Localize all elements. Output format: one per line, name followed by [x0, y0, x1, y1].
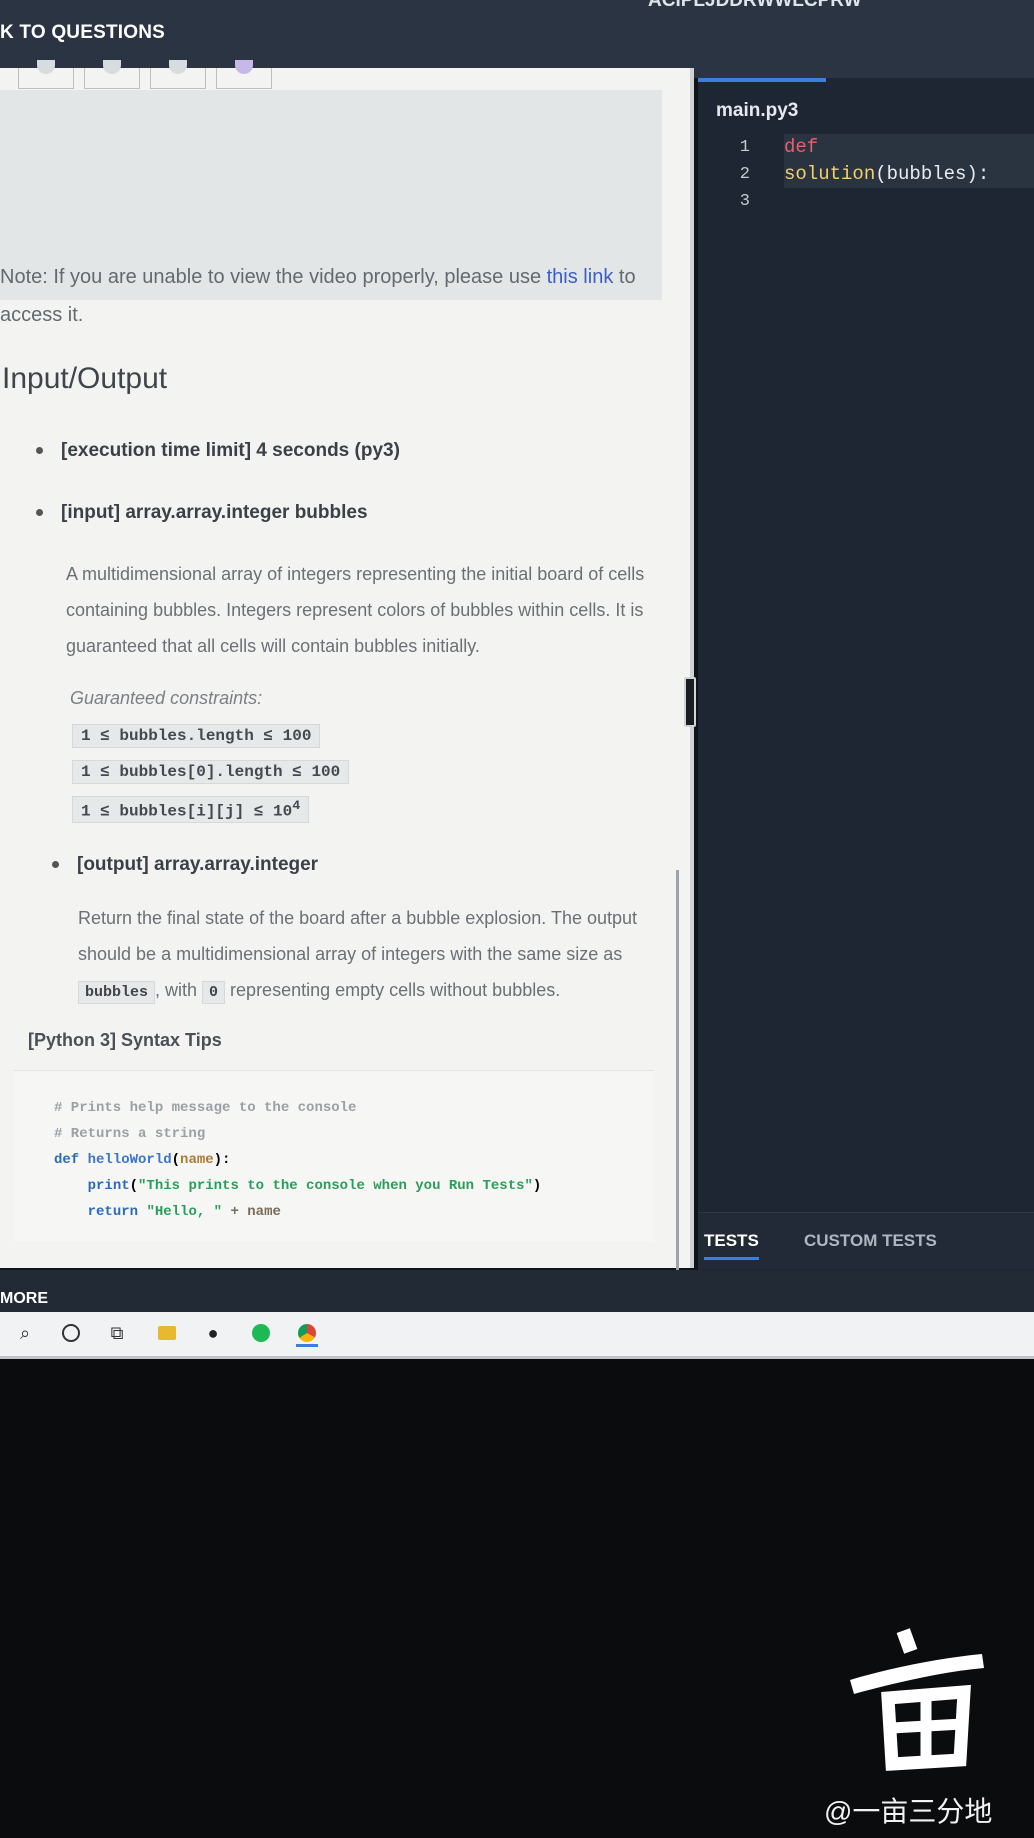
code-keyword: print [87, 1178, 130, 1194]
syntax-tips-title: [Python 3] Syntax Tips [28, 1030, 222, 1050]
back-to-questions-link[interactable]: K TO QUESTIONS [0, 22, 165, 44]
line-number: 3 [739, 192, 750, 211]
bullet-text: [input] array.array.integer bubbles [61, 502, 368, 523]
output-text: representing empty cells without bubbles… [225, 980, 561, 1000]
code-keyword: def [784, 136, 819, 158]
file-explorer-icon[interactable] [156, 1322, 178, 1344]
description-scrollbar[interactable] [676, 870, 679, 1270]
constraint-chip: 1 ≤ bubbles[i][j] ≤ 104 [72, 796, 310, 824]
constraint-chip: 1 ≤ bubbles[0].length ≤ 100 [72, 760, 350, 784]
line-number: 2 [739, 165, 750, 184]
panel-resize-handle[interactable] [684, 677, 696, 727]
code-keyword: return [87, 1204, 139, 1220]
constraint-chip: 1 ≤ bubbles.length ≤ 100 [72, 724, 321, 748]
input-description: A multidimensional array of integers rep… [66, 564, 645, 656]
bullet-output: [output] array.array.integer [52, 854, 318, 876]
line-number: 1 [739, 138, 750, 157]
tab-label: main.py3 [716, 100, 799, 121]
thumbnail-icon [37, 60, 55, 74]
note-text: Note: If you are unable to view the vide… [0, 266, 547, 288]
video-thumbnails [18, 60, 272, 89]
video-note: Note: If you are unable to view the vide… [0, 258, 640, 334]
tab-main-py3[interactable]: main.py3 [698, 78, 826, 130]
io-heading: Input/Output [2, 362, 168, 395]
video-thumbnail[interactable] [150, 60, 206, 89]
code-param: name [180, 1152, 214, 1168]
constraints-title: Guaranteed constraints: [70, 688, 263, 708]
more-bar: MORE [0, 1270, 1034, 1312]
syntax-tips-code: # Prints help message to the console # R… [14, 1070, 654, 1241]
inline-code-zero: 0 [202, 981, 226, 1004]
code-comment: # Returns a string [54, 1126, 206, 1142]
more-button[interactable]: MORE [0, 1290, 48, 1308]
code-string: "This prints to the console when you Run… [138, 1178, 533, 1194]
bullet-dot-icon [36, 447, 43, 455]
this-link[interactable]: this link [547, 266, 614, 288]
bullet-dot-icon [36, 509, 43, 517]
inline-code-bubbles: bubbles [78, 981, 156, 1004]
watermark-text: @一亩三分地 [824, 1796, 993, 1827]
spotify-icon[interactable] [250, 1322, 272, 1344]
video-thumbnail-active[interactable] [216, 60, 272, 89]
tab-custom-tests[interactable]: CUSTOM TESTS [804, 1231, 937, 1251]
video-thumbnail[interactable] [18, 60, 74, 89]
code-text: + name [230, 1204, 281, 1220]
code-text: (bubbles): [875, 163, 990, 185]
tests-bar: TESTS CUSTOM TESTS [698, 1212, 1034, 1269]
code-comment: # Prints help message to the console [54, 1100, 357, 1116]
output-text: Return the final state of the board afte… [78, 908, 638, 964]
code-string: "Hello, " [146, 1204, 223, 1220]
task-view-icon[interactable]: ⧉ [106, 1322, 128, 1344]
tab-tests[interactable]: TESTS [704, 1231, 759, 1260]
bullet-input: [input] array.array.integer bubbles [36, 502, 368, 524]
cortana-icon[interactable] [60, 1322, 82, 1344]
chrome-icon[interactable] [296, 1322, 318, 1347]
search-icon[interactable]: ⌕ [14, 1322, 36, 1344]
code-keyword: def [54, 1152, 80, 1168]
bullet-time-limit: [execution time limit] 4 seconds (py3) [36, 440, 400, 462]
bullet-text: [execution time limit] 4 seconds (py3) [61, 440, 400, 461]
thumbnail-icon [103, 60, 121, 74]
top-bar: K TO QUESTIONS ACIPLJDDRWWLCPRW [0, 0, 1034, 78]
constraint-exponent: 4 [292, 799, 301, 814]
code-function: helloWorld [87, 1152, 172, 1168]
code-function: solution [784, 163, 876, 185]
alienware-icon[interactable]: ● [202, 1322, 224, 1344]
output-text: , with [155, 980, 203, 1000]
output-description: Return the final state of the board afte… [78, 900, 658, 1011]
watermark-logo-icon [850, 1628, 984, 1771]
task-code: ACIPLJDDRWWLCPRW [648, 0, 862, 11]
code-editor-panel: main.py3 1 2 3 def solution(bubbles): [698, 78, 1034, 1270]
thumbnail-icon [235, 60, 253, 74]
line-numbers: 1 2 3 [736, 134, 750, 215]
bullet-text: [output] array.array.integer [77, 854, 319, 875]
bullet-dot-icon [52, 861, 59, 869]
constraint-text: 1 ≤ bubbles[i][j] ≤ 10 [81, 802, 293, 821]
code-line-1[interactable]: def solution(bubbles): [784, 134, 1034, 188]
windows-taskbar: ⌕ ⧉ ● [0, 1312, 1034, 1359]
video-thumbnail[interactable] [84, 60, 140, 89]
thumbnail-icon [169, 60, 187, 74]
